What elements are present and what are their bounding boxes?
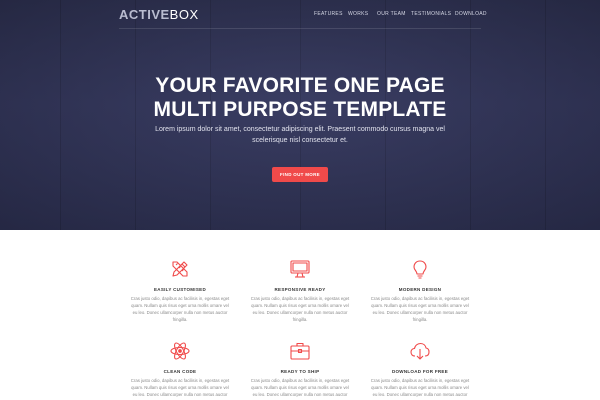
atom-icon <box>170 342 190 360</box>
logo-part-box: BOX <box>169 7 199 22</box>
nav-testimonials[interactable]: TESTIMONIALS <box>411 11 451 17</box>
monitor-icon <box>290 260 310 278</box>
hero-subtitle-line2: scelerisque nisl consectetur et. <box>252 137 348 144</box>
feature-desc-line: eu leo. Donec ullamcorper nulla non metu… <box>132 392 228 397</box>
navbar: ACTIVEBOX FEATURES WORKS OUR TEAM TESTIM… <box>0 0 600 28</box>
feature-title: DOWNLOAD FOR FREE <box>391 369 449 374</box>
feature-title: EASILY CUSTOMISED <box>153 287 207 292</box>
feature-title: RESPONSIVE READY <box>274 287 326 292</box>
hero-section: ACTIVEBOX FEATURES WORKS OUR TEAM TESTIM… <box>0 0 600 230</box>
navbar-divider <box>119 28 481 29</box>
nav-download[interactable]: DOWNLOAD <box>455 11 487 17</box>
logo[interactable]: ACTIVEBOX <box>119 7 199 22</box>
find-out-more-button[interactable]: FIND OUT MORE <box>272 167 328 182</box>
feature-title: READY TO SHIP <box>280 369 320 374</box>
hero-title-line1: YOUR FAVORITE ONE PAGE <box>155 74 445 97</box>
nav-features[interactable]: FEATURES <box>314 11 343 17</box>
feature-desc-line: fringilla. <box>412 317 428 322</box>
feature-desc-line: fringilla. <box>292 317 308 322</box>
hero-subtitle-line1: Lorem ipsum dolor sit amet, consectetur … <box>155 126 445 133</box>
logo-part-active: ACTIVE <box>119 7 170 22</box>
pencil-ruler-icon <box>172 261 188 277</box>
briefcase-icon <box>290 342 310 360</box>
feature-desc-line: eu leo. Donec ullamcorper nulla non metu… <box>252 392 348 397</box>
feature-desc-line: fringilla. <box>172 317 188 322</box>
hero-title-line2: MULTI PURPOSE TEMPLATE <box>153 98 447 121</box>
cloud-download-icon <box>410 342 430 360</box>
nav-our-team[interactable]: OUR TEAM <box>377 11 406 17</box>
feature-desc-line: eu leo. Donec ullamcorper nulla non metu… <box>372 392 468 397</box>
nav-works[interactable]: WORKS <box>348 11 368 17</box>
lightbulb-icon <box>413 260 427 279</box>
feature-title: MODERN DESIGN <box>398 287 442 292</box>
feature-title: CLEAN CODE <box>163 369 197 374</box>
